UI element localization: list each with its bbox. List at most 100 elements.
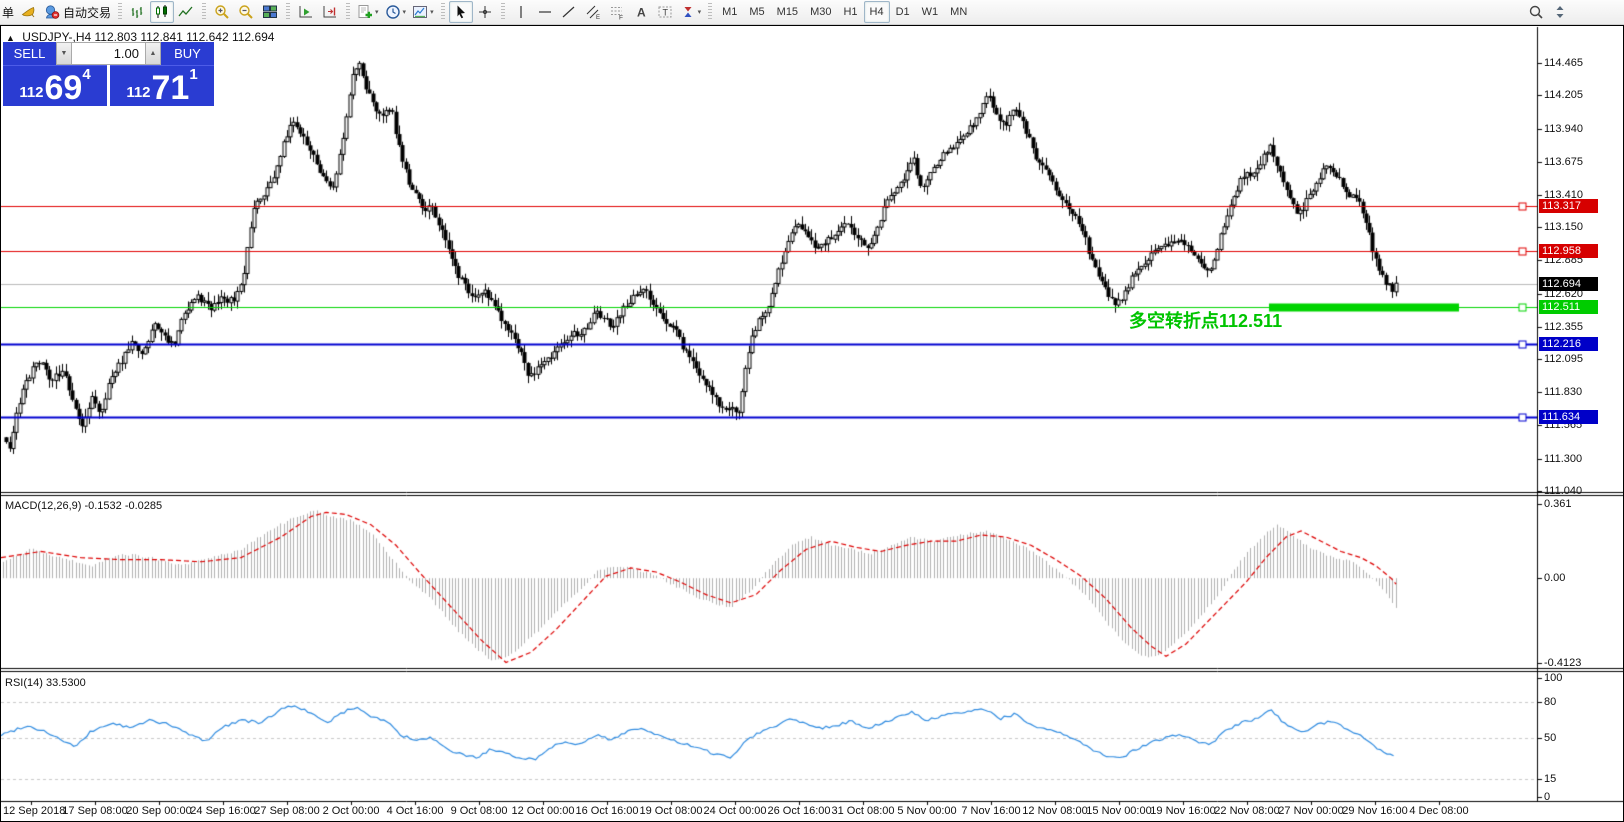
- cursor-icon: [453, 4, 469, 20]
- time-axis-label: 12 Oct 00:00: [512, 805, 575, 817]
- trendline-icon: [561, 4, 577, 20]
- time-axis-label: 4 Dec 08:00: [1409, 805, 1468, 817]
- fibonacci-button[interactable]: F: [605, 1, 629, 23]
- time-axis-label: 29 Nov 16:00: [1342, 805, 1407, 817]
- timeframe-h1-button[interactable]: H1: [837, 1, 863, 23]
- equidistant-channel-icon: E: [585, 4, 601, 20]
- macd-label: MACD(12,26,9) -0.1532 -0.0285: [5, 500, 162, 512]
- toolbar-overflow-button[interactable]: [1548, 1, 1572, 23]
- dropdown-caret: ▾: [403, 8, 407, 16]
- horizontal-line-icon: [537, 4, 553, 20]
- chart-canvas[interactable]: [1, 26, 1623, 821]
- label-tool-button[interactable]: T: [653, 1, 677, 23]
- buy-price-display[interactable]: 112 71 1: [110, 65, 214, 106]
- volume-input[interactable]: [72, 42, 145, 65]
- sell-button[interactable]: SELL: [3, 42, 56, 65]
- timeframe-m5-button[interactable]: M5: [743, 1, 770, 23]
- macd-axis-tick: 0.361: [1544, 498, 1572, 510]
- channel-button[interactable]: E: [581, 1, 605, 23]
- indicators-button[interactable]: ▾: [354, 1, 382, 23]
- svg-text:T: T: [662, 8, 668, 18]
- volume-up-button[interactable]: ▲: [145, 42, 161, 65]
- toolbar-separator: [202, 3, 206, 21]
- time-axis-label: 16 Oct 16:00: [576, 805, 639, 817]
- time-axis-label: 19 Nov 16:00: [1150, 805, 1215, 817]
- volume-down-button[interactable]: ▼: [56, 42, 72, 65]
- timeframe-m1-button[interactable]: M1: [716, 1, 743, 23]
- auto-trading-button[interactable]: 自动交易: [41, 1, 114, 23]
- time-axis-label: 27 Sep 08:00: [254, 805, 319, 817]
- horn-icon: [21, 4, 37, 20]
- svg-text:F: F: [619, 15, 623, 21]
- candlestick-chart-button[interactable]: [150, 1, 174, 23]
- tile-windows-button[interactable]: [258, 1, 282, 23]
- buy-button[interactable]: BUY: [161, 42, 214, 65]
- robot-icon: [44, 4, 60, 20]
- crosshair-button[interactable]: [473, 1, 497, 23]
- sell-price-prefix: 112: [19, 83, 43, 103]
- time-axis-label: 5 Nov 00:00: [897, 805, 956, 817]
- candlestick-icon: [154, 4, 170, 20]
- toolbar-separator: [501, 3, 505, 21]
- arrows-tool-button[interactable]: ▾: [677, 1, 705, 23]
- up-down-arrows-icon: [1552, 4, 1568, 20]
- new-order-label-cut[interactable]: 单: [2, 4, 14, 21]
- auto-scroll-button[interactable]: [294, 1, 318, 23]
- auto-scroll-icon: [298, 4, 314, 20]
- time-axis-label: 7 Nov 16:00: [961, 805, 1020, 817]
- rsi-axis-tick: 50: [1544, 732, 1556, 744]
- trendline-button[interactable]: [557, 1, 581, 23]
- buy-price-pip: 1: [189, 68, 197, 82]
- dropdown-caret: ▾: [375, 8, 379, 16]
- timeframe-h4-button[interactable]: H4: [864, 1, 890, 23]
- periods-button[interactable]: ▾: [382, 1, 410, 23]
- zoom-out-button[interactable]: [234, 1, 258, 23]
- time-axis-label: 17 Sep 08:00: [62, 805, 127, 817]
- bar-chart-icon: [130, 4, 146, 20]
- crosshair-icon: [477, 4, 493, 20]
- toolbar-separator: [286, 3, 290, 21]
- search-button[interactable]: [1524, 1, 1548, 23]
- sell-price-display[interactable]: 112 69 4: [3, 65, 107, 106]
- timeframe-w1-button[interactable]: W1: [916, 1, 945, 23]
- price-axis-tick: 111.830: [1544, 386, 1582, 398]
- time-axis-label: 15 Nov 00:00: [1086, 805, 1151, 817]
- toolbar-separator: [708, 3, 712, 21]
- chart-shift-button[interactable]: [318, 1, 342, 23]
- new-order-button[interactable]: [17, 1, 41, 23]
- bar-chart-button[interactable]: [126, 1, 150, 23]
- indicators-icon: [357, 4, 373, 20]
- timeframe-mn-button[interactable]: MN: [944, 1, 973, 23]
- time-axis-label: 4 Oct 16:00: [387, 805, 444, 817]
- annotation-text[interactable]: 多空转折点112.511: [1129, 307, 1282, 333]
- zoom-in-button[interactable]: [210, 1, 234, 23]
- time-axis-label: 19 Oct 08:00: [640, 805, 703, 817]
- main-toolbar: 单 自动交易 ▾ ▾ ▾ E F A T ▾ M1 M5 M15 M30 H1 …: [0, 0, 1624, 25]
- tile-windows-icon: [262, 4, 278, 20]
- svg-text:E: E: [596, 15, 600, 20]
- svg-text:A: A: [637, 6, 646, 20]
- zoom-out-icon: [238, 4, 254, 20]
- vertical-line-icon: [513, 4, 529, 20]
- vertical-line-button[interactable]: [509, 1, 533, 23]
- timeframe-m15-button[interactable]: M15: [771, 1, 804, 23]
- timeframe-m30-button[interactable]: M30: [804, 1, 837, 23]
- line-chart-button[interactable]: [174, 1, 198, 23]
- time-axis-label: 24 Oct 00:00: [704, 805, 767, 817]
- dropdown-caret: ▾: [698, 8, 702, 16]
- rsi-axis-tick: 0: [1544, 791, 1550, 803]
- auto-trading-label: 自动交易: [63, 4, 111, 21]
- template-icon: [412, 4, 428, 20]
- rsi-label: RSI(14) 33.5300: [5, 677, 86, 689]
- text-tool-button[interactable]: A: [629, 1, 653, 23]
- hline-price-tag: 112.511: [1539, 300, 1598, 314]
- horizontal-line-button[interactable]: [533, 1, 557, 23]
- cursor-button[interactable]: [449, 1, 473, 23]
- search-icon: [1528, 4, 1544, 20]
- rsi-axis-tick: 15: [1544, 773, 1556, 785]
- templates-button[interactable]: ▾: [409, 1, 437, 23]
- price-axis-tick: 113.675: [1544, 156, 1583, 168]
- price-axis-tick: 113.150: [1544, 221, 1583, 233]
- price-axis-tick: 114.205: [1544, 89, 1583, 101]
- timeframe-d1-button[interactable]: D1: [890, 1, 916, 23]
